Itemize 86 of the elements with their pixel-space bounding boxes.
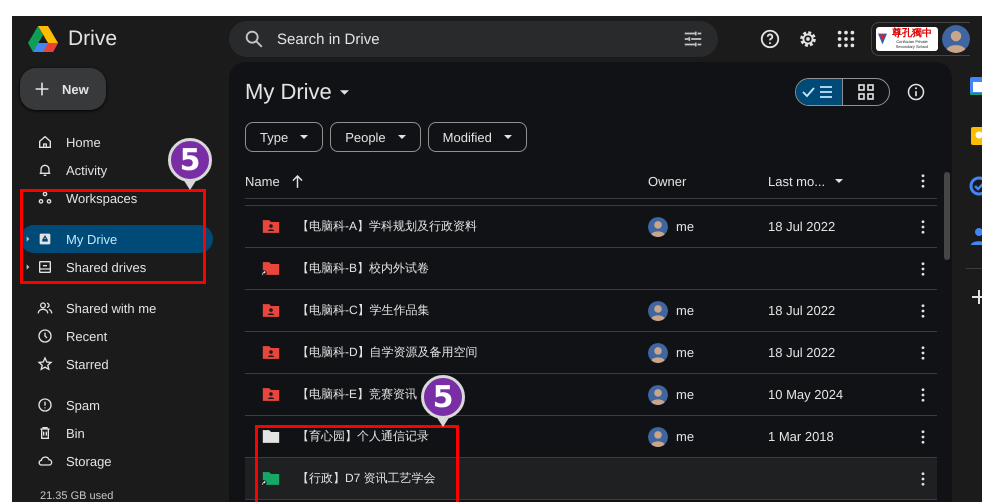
search-icon	[243, 28, 265, 50]
bell-icon	[37, 162, 53, 178]
info-icon[interactable]	[906, 82, 926, 102]
owner-name: me	[676, 219, 694, 234]
caret-icon[interactable]	[26, 264, 30, 270]
scrollbar[interactable]	[944, 172, 950, 260]
caret-icon[interactable]	[835, 179, 844, 183]
app-name: Drive	[68, 27, 118, 51]
avatar-icon	[648, 216, 668, 236]
more-icon[interactable]	[920, 472, 924, 486]
view-toggle[interactable]	[795, 78, 890, 106]
column-header[interactable]: Name	[245, 174, 280, 188]
file-name: 【行政】D7 资讯工艺学会	[297, 470, 436, 487]
modified-date: 10 May 2024	[768, 387, 844, 402]
nav-item[interactable]: My Drive	[20, 225, 213, 253]
apps-grid-icon[interactable]	[835, 28, 857, 50]
nav-item[interactable]: Home	[20, 128, 107, 156]
column-header[interactable]: Owner	[648, 174, 686, 188]
search-field[interactable]: Search in Drive	[275, 30, 672, 48]
file-name: 【电脑科-B】校内外试卷	[297, 260, 429, 277]
modified-date: 18 Jul 2022	[768, 345, 836, 360]
people-icon	[37, 300, 53, 316]
file-row[interactable]: 【电脑科-B】校内外试卷	[245, 248, 937, 290]
more-icon[interactable]	[920, 430, 924, 444]
drive-logo-icon	[27, 25, 59, 53]
nav-item[interactable]: Storage	[20, 447, 118, 475]
avatar-icon[interactable]	[942, 25, 970, 53]
more-icon[interactable]	[920, 262, 924, 276]
nav-item[interactable]: Recent	[20, 322, 114, 350]
avatar-icon	[648, 384, 668, 404]
file-name: 【电脑科-A】学科规划及行政资料	[297, 218, 477, 235]
shield-icon	[878, 33, 887, 45]
avatar-icon	[648, 300, 668, 320]
nav-item[interactable]: Activity	[20, 156, 114, 184]
plus-icon	[34, 81, 50, 97]
star-icon	[37, 356, 53, 372]
caret-icon	[300, 135, 308, 139]
file-name: 【电脑科-E】竞赛资讯	[297, 386, 417, 403]
shared-drive-icon	[37, 259, 53, 275]
search-bar[interactable]: Search in Drive	[229, 21, 718, 57]
more-icon[interactable]	[920, 346, 924, 360]
storage-usage: 21.35 GB used	[40, 490, 114, 502]
clock-icon	[37, 328, 53, 344]
more-icon[interactable]	[920, 220, 924, 234]
nav-item[interactable]: Workspaces	[20, 184, 144, 212]
caret-icon	[504, 135, 512, 139]
avatar-icon	[648, 342, 668, 362]
circles-icon	[37, 190, 53, 206]
file-name: 【电脑科-C】学生作品集	[297, 302, 430, 319]
more-icon[interactable]	[920, 174, 924, 188]
filter-chip[interactable]: Modified	[428, 122, 527, 152]
caret-icon	[398, 135, 406, 139]
column-header[interactable]: Last mo...	[768, 174, 826, 188]
nav-item[interactable]: Bin	[20, 419, 91, 447]
owner-name: me	[676, 303, 694, 318]
modified-date: 1 Mar 2018	[768, 429, 834, 444]
nav-item[interactable]: Shared with me	[20, 294, 162, 322]
file-name: 【电脑科-D】自学资源及备用空间	[297, 344, 478, 361]
new-button[interactable]: New	[20, 68, 106, 110]
alert-icon	[37, 397, 53, 413]
file-row[interactable]: 【电脑科-A】学科规划及行政资料 me 18 Jul 2022	[245, 206, 937, 248]
nav-item[interactable]: Spam	[20, 391, 106, 419]
list-view-icon[interactable]	[796, 79, 842, 105]
owner-name: me	[676, 387, 694, 402]
filter-chip[interactable]: Type	[245, 122, 324, 152]
page-title[interactable]: My Drive	[245, 79, 349, 105]
school-name: 尊孔獨中	[892, 29, 932, 39]
file-row[interactable]: 【电脑科-D】自学资源及备用空间 me 18 Jul 2022	[245, 332, 937, 374]
more-icon[interactable]	[920, 388, 924, 402]
modified-date: 18 Jul 2022	[768, 219, 836, 234]
nav-item[interactable]: Starred	[20, 350, 115, 378]
owner-name: me	[676, 345, 694, 360]
avatar-icon	[648, 426, 668, 446]
settings-icon[interactable]	[797, 28, 819, 50]
nav-item[interactable]: Shared drives	[20, 253, 152, 281]
modified-date: 18 Jul 2022	[768, 303, 836, 318]
caret-icon	[340, 90, 349, 94]
arrow-up-icon[interactable]	[292, 174, 303, 188]
more-icon[interactable]	[920, 304, 924, 318]
file-row[interactable]: 【电脑科-C】学生作品集 me 18 Jul 2022	[245, 290, 937, 332]
home-icon	[37, 134, 53, 150]
owner-name: me	[676, 429, 694, 444]
drive-icon	[37, 231, 53, 247]
file-row[interactable]: 【行政】D7 资讯工艺学会	[245, 458, 937, 500]
filter-chip[interactable]: People	[330, 122, 421, 152]
help-icon[interactable]	[759, 28, 781, 50]
